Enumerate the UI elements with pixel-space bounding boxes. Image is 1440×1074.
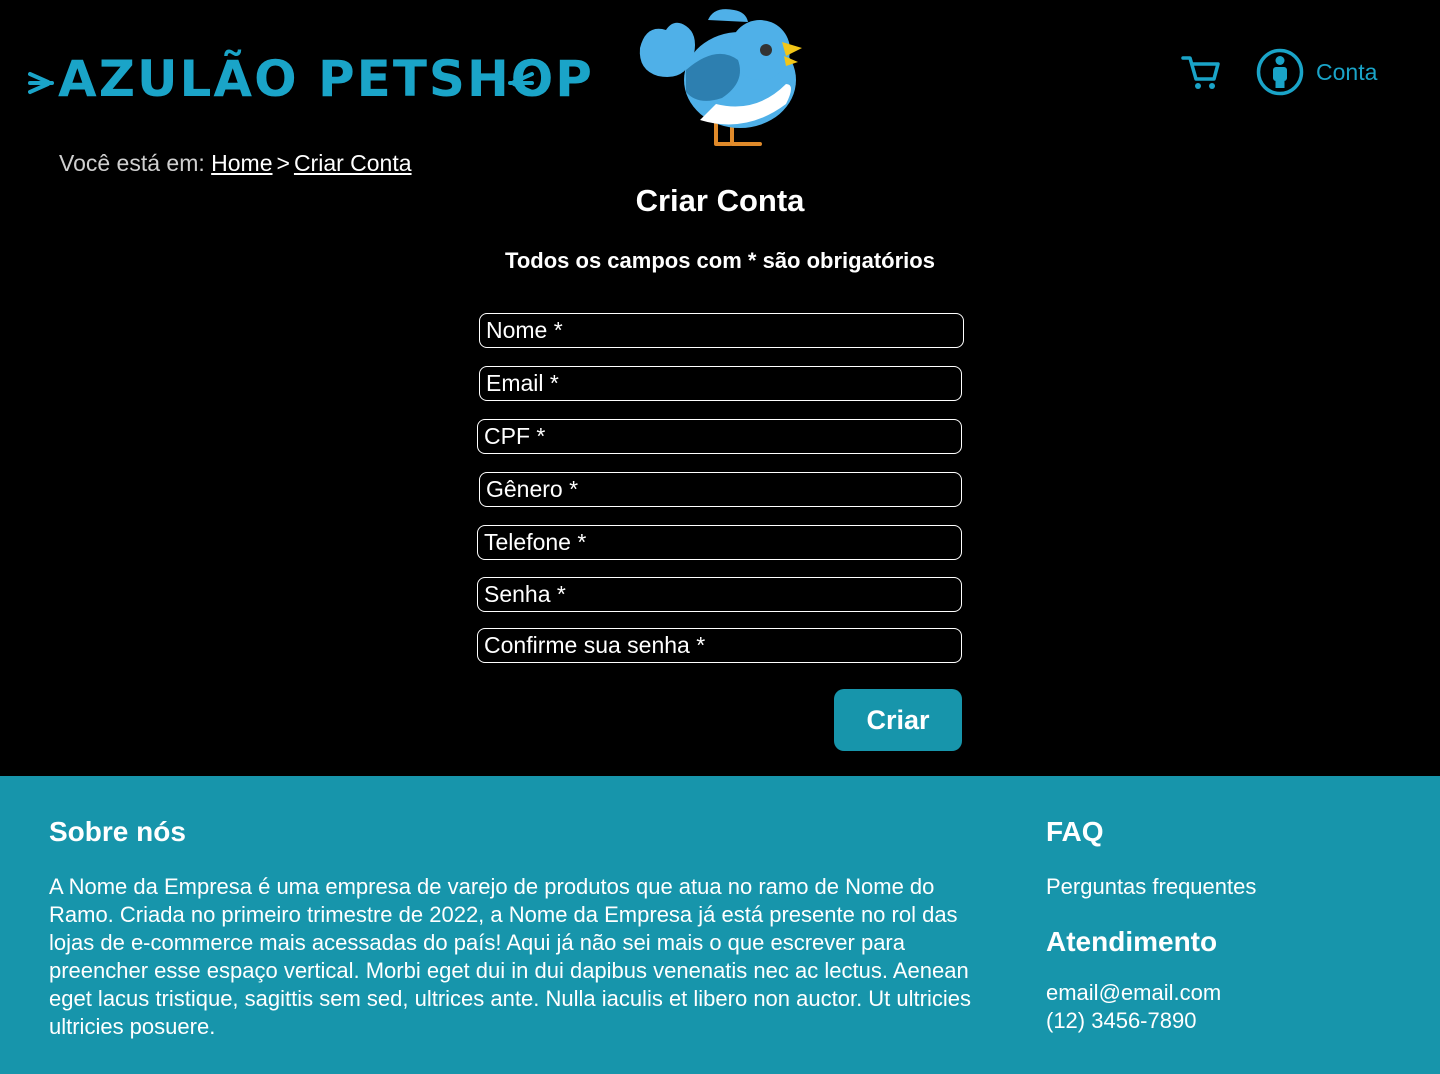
cpf-field[interactable] (477, 419, 962, 454)
page-title: Criar Conta (635, 183, 805, 218)
password-field[interactable] (477, 577, 962, 612)
phone-field[interactable] (477, 525, 962, 560)
user-icon (1256, 48, 1304, 96)
support-title: Atendimento (1046, 926, 1218, 957)
gender-field[interactable] (479, 472, 962, 507)
breadcrumb-separator: > (276, 150, 290, 176)
email-field[interactable] (479, 366, 962, 401)
create-account-button[interactable]: Criar (834, 689, 962, 751)
about-title: Sobre nós (49, 816, 186, 847)
breadcrumb-prefix: Você está em: (59, 150, 205, 176)
name-field[interactable] (479, 313, 964, 348)
breadcrumb-current-link[interactable]: Criar Conta (294, 150, 412, 176)
breadcrumb-home-link[interactable]: Home (211, 150, 272, 176)
cart-icon[interactable] (1180, 53, 1222, 91)
faq-title: FAQ (1046, 816, 1104, 847)
confirm-password-field[interactable] (477, 628, 962, 663)
faq-link[interactable]: Perguntas frequentes (1046, 873, 1256, 901)
support-phone: (12) 3456-7890 (1046, 1008, 1197, 1033)
brand-name: AZULÃO PETSHOP (58, 50, 594, 108)
decorative-dashes-icon (28, 72, 54, 94)
breadcrumb: Você está em: Home > Criar Conta (59, 150, 412, 177)
footer: Sobre nós A Nome da Empresa é uma empres… (0, 776, 1440, 1074)
about-text: A Nome da Empresa é uma empresa de varej… (49, 874, 971, 1039)
brand-logo[interactable]: AZULÃO PETSHOP (28, 44, 594, 118)
required-fields-note: Todos os campos com * são obrigatórios (505, 248, 935, 273)
account-label: Conta (1316, 58, 1378, 85)
bird-logo-icon (639, 9, 802, 146)
support-email[interactable]: email@email.com (1046, 979, 1221, 1007)
decorative-dashes-icon (508, 72, 534, 94)
account-link[interactable]: Conta (1256, 48, 1377, 96)
